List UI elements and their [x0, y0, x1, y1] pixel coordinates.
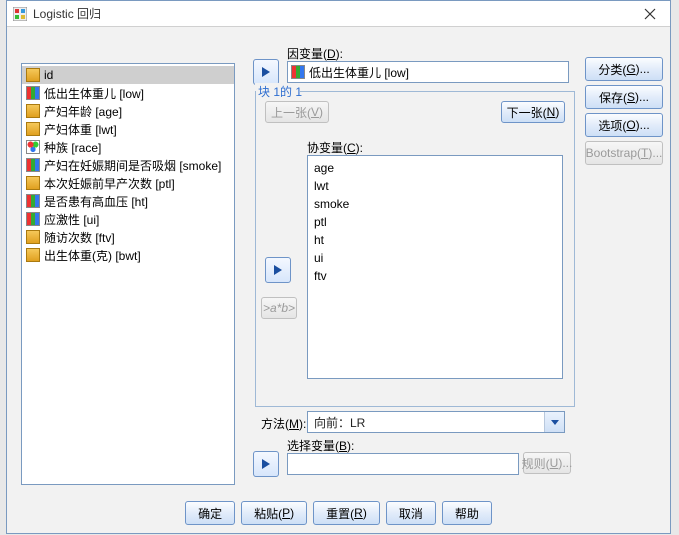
move-to-covariate-button[interactable] — [265, 257, 291, 283]
bootstrap-button: Bootstrap(T)... — [585, 141, 663, 165]
method-select[interactable]: 向前：LR — [307, 411, 565, 433]
help-button[interactable]: 帮助 — [442, 501, 492, 525]
variable-label: 低出生体重儿 [low] — [44, 85, 144, 102]
source-variable-item[interactable]: 出生体重(克) [bwt] — [22, 246, 234, 264]
covariate-item[interactable]: ht — [314, 231, 556, 249]
variable-label: 是否患有高血压 [ht] — [44, 193, 148, 210]
covariate-item[interactable]: lwt — [314, 177, 556, 195]
bars-icon — [26, 194, 40, 208]
move-to-dependent-button[interactable] — [253, 59, 279, 85]
bottom-button-bar: 确定 粘贴(P) 重置(R) 取消 帮助 — [7, 501, 670, 525]
variable-label: 产妇体重 [lwt] — [44, 121, 117, 138]
next-block-button[interactable]: 下一张(N) — [501, 101, 565, 123]
source-variable-item[interactable]: 产妇体重 [lwt] — [22, 120, 234, 138]
method-value: 向前：LR — [314, 414, 365, 431]
app-icon — [13, 7, 27, 21]
previous-block-button: 上一张(V) — [265, 101, 329, 123]
interaction-button: >a*b> — [261, 297, 297, 319]
reset-button[interactable]: 重置(R) — [313, 501, 380, 525]
dependent-value: 低出生体重儿 [low] — [309, 64, 409, 81]
save-button[interactable]: 保存(S)... — [585, 85, 663, 109]
selection-variable-field[interactable] — [287, 453, 519, 475]
source-variable-item[interactable]: 产妇年龄 [age] — [22, 102, 234, 120]
close-button[interactable] — [636, 4, 664, 24]
dependent-label: 因变量(D): — [287, 45, 343, 62]
ruler-icon — [26, 122, 40, 136]
covariate-item[interactable]: smoke — [314, 195, 556, 213]
variable-label: id — [44, 68, 53, 82]
ruler-icon — [26, 248, 40, 262]
source-variable-item[interactable]: 随访次数 [ftv] — [22, 228, 234, 246]
source-variable-item[interactable]: 应激性 [ui] — [22, 210, 234, 228]
titlebar: Logistic 回归 — [7, 1, 670, 27]
paste-button[interactable]: 粘贴(P) — [241, 501, 307, 525]
variable-label: 产妇在妊娠期间是否吸烟 [smoke] — [44, 157, 221, 174]
variable-label: 本次妊娠前早产次数 [ptl] — [44, 175, 175, 192]
variable-label: 出生体重(克) [bwt] — [44, 247, 141, 264]
source-variable-item[interactable]: 低出生体重儿 [low] — [22, 84, 234, 102]
logistic-regression-dialog: Logistic 回归 id低出生体重儿 [low]产妇年龄 [age]产妇体重… — [6, 0, 671, 534]
source-variable-item[interactable]: 是否患有高血压 [ht] — [22, 192, 234, 210]
covariate-list[interactable]: agelwtsmokeptlhtuiftv — [307, 155, 563, 379]
variable-label: 产妇年龄 [age] — [44, 103, 122, 120]
covariate-item[interactable]: ftv — [314, 267, 556, 285]
ruler-icon — [26, 176, 40, 190]
ok-button[interactable]: 确定 — [185, 501, 235, 525]
selection-variable-label: 选择变量(B): — [287, 437, 354, 454]
window-title: Logistic 回归 — [33, 5, 636, 22]
source-variable-item[interactable]: 种族 [race] — [22, 138, 234, 156]
cancel-button[interactable]: 取消 — [386, 501, 436, 525]
variable-label: 应激性 [ui] — [44, 211, 99, 228]
categorical-button[interactable]: 分类(G)... — [585, 57, 663, 81]
move-to-selection-button[interactable] — [253, 451, 279, 477]
variable-label: 随访次数 [ftv] — [44, 229, 115, 246]
covariate-item[interactable]: ptl — [314, 213, 556, 231]
bars-icon — [26, 158, 40, 172]
dependent-field[interactable]: 低出生体重儿 [low] — [287, 61, 569, 83]
circles-icon — [26, 140, 40, 154]
options-button[interactable]: 选项(O)... — [585, 113, 663, 137]
dropdown-icon — [544, 412, 564, 432]
rule-button: 规则(U)... — [523, 452, 571, 474]
bars-icon — [26, 86, 40, 100]
ruler-icon — [26, 68, 40, 82]
variable-icon — [291, 65, 305, 79]
source-variable-item[interactable]: id — [22, 66, 234, 84]
dialog-body: id低出生体重儿 [low]产妇年龄 [age]产妇体重 [lwt]种族 [ra… — [7, 27, 670, 533]
variable-label: 种族 [race] — [44, 139, 101, 156]
ruler-icon — [26, 230, 40, 244]
ruler-icon — [26, 104, 40, 118]
covariate-label: 协变量(C): — [307, 139, 363, 156]
covariate-item[interactable]: age — [314, 159, 556, 177]
source-variable-list[interactable]: id 低出生体重儿 [low]产妇年龄 [age]产妇体重 [lwt]种族 [ra… — [21, 63, 235, 485]
covariate-item[interactable]: ui — [314, 249, 556, 267]
bars-icon — [26, 212, 40, 226]
source-variable-item[interactable]: 产妇在妊娠期间是否吸烟 [smoke] — [22, 156, 234, 174]
source-variable-item[interactable]: 本次妊娠前早产次数 [ptl] — [22, 174, 234, 192]
method-label: 方法(M): — [261, 415, 306, 432]
